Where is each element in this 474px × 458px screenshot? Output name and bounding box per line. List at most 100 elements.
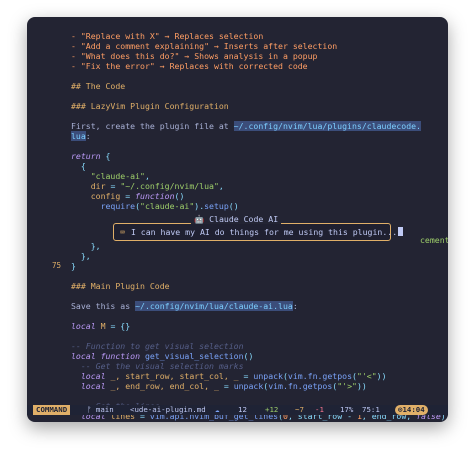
line-number	[27, 111, 67, 121]
code-line[interactable]: }	[71, 261, 448, 271]
code-token: ()	[243, 351, 254, 361]
code-line[interactable]	[71, 271, 448, 281]
code-token: -- Function to get visual selection	[71, 341, 244, 351]
code-token: - "What does this do?" → Shows analysis …	[71, 51, 318, 61]
git-removed: -1	[315, 405, 324, 414]
code-line[interactable]	[71, 331, 448, 341]
code-line[interactable]: - "What does this do?" → Shows analysis …	[71, 51, 448, 61]
code-token: =	[238, 371, 254, 381]
code-line[interactable]: ### LazyVim Plugin Configuration	[71, 101, 448, 111]
code-line[interactable]	[71, 111, 448, 121]
line-number	[27, 161, 67, 171]
git-added: +12	[265, 405, 279, 414]
code-token: {	[100, 151, 111, 161]
code-line[interactable]: local M = {}	[71, 321, 448, 331]
code-token: ))	[356, 381, 367, 391]
line-number	[27, 281, 67, 291]
code-token: ### Main Plugin Code	[71, 281, 170, 291]
code-line[interactable]: {	[71, 161, 448, 171]
code-line[interactable]	[71, 141, 448, 151]
code-token: "claude-ai"	[71, 171, 145, 181]
code-token: {	[71, 161, 86, 171]
code-token: "claude-ai"	[140, 201, 195, 211]
line-number	[27, 21, 67, 31]
line-number	[27, 31, 67, 41]
code-token: unpack	[233, 381, 264, 391]
line-number	[27, 301, 67, 311]
code-token: ()	[228, 201, 239, 211]
line-number	[27, 131, 67, 141]
code-line[interactable]: dir = "~/.config/nvim/lua",	[71, 181, 448, 191]
code-line[interactable]: config = function()	[71, 191, 448, 201]
line-number	[27, 191, 67, 201]
line-number	[27, 151, 67, 161]
code-token: }	[71, 261, 76, 271]
line-number	[27, 381, 67, 391]
code-token: -- Get the visual selection marks	[71, 361, 244, 371]
code-line[interactable]: - "Add a comment explaining" → Inserts a…	[71, 41, 448, 51]
code-line[interactable]: - "Fix the error" → Replaces with correc…	[71, 61, 448, 71]
line-number	[27, 121, 67, 131]
code-line[interactable]: },	[71, 251, 448, 261]
code-line[interactable]	[71, 291, 448, 301]
code-line[interactable]	[71, 21, 448, 31]
code-line[interactable]	[71, 91, 448, 101]
line-number	[27, 371, 67, 381]
code-line[interactable]: ### Main Plugin Code	[71, 281, 448, 291]
code-line[interactable]: Save this as ~/.config/nvim/lua/claude-a…	[71, 301, 448, 311]
code-token: ~/.config/nvim/lua/claude-ai.lua	[135, 301, 293, 311]
line-number	[27, 221, 67, 231]
code-line[interactable]	[71, 71, 448, 81]
code-line[interactable]: local _, end_row, end_col, _ = unpack(vi…	[71, 381, 448, 391]
code-line[interactable]: local _, start_row, start_col, _ = unpac…	[71, 371, 448, 381]
code-token: local function	[71, 351, 145, 361]
code-token: local	[71, 381, 106, 391]
filetype-icon: ☁	[215, 405, 220, 414]
code-line[interactable]	[71, 391, 448, 401]
code-token: Save this as	[71, 301, 136, 311]
popup-input[interactable]: ⌨ I can have my AI do things for me using…	[120, 227, 404, 237]
line-number	[27, 81, 67, 91]
line-number	[27, 351, 67, 361]
code-line[interactable]: return {	[71, 151, 448, 161]
code-token: ~/.config/nvim/lua/plugins/claudecode.	[233, 121, 421, 131]
claude-prompt-popup[interactable]: ⌨ I can have my AI do things for me using…	[113, 223, 404, 241]
code-line[interactable]: - "Replace with X" → Replaces selection	[71, 31, 448, 41]
scroll-percent: 17%	[340, 405, 354, 414]
code-line[interactable]: require("claude-ai").setup()	[71, 201, 448, 211]
text-cursor	[398, 227, 404, 236]
code-token: require	[71, 201, 136, 211]
code-line[interactable]: "claude-ai",	[71, 171, 448, 181]
code-line[interactable]: ## The Code	[71, 81, 448, 91]
code-token: },	[71, 251, 91, 261]
mode-indicator: COMMAND	[33, 405, 71, 415]
code-line[interactable]: -- Function to get visual selection	[71, 341, 448, 351]
code-token: "'>"	[337, 381, 357, 391]
code-token: "'<"	[356, 371, 377, 381]
code-token: ,	[144, 171, 150, 181]
code-token: local	[71, 371, 106, 381]
line-number	[27, 171, 67, 181]
code-token: ,	[218, 181, 224, 191]
code-token: config	[71, 191, 121, 201]
code-token: ## The Code	[71, 81, 126, 91]
status-line: COMMAND ᚠ main <ude-ai-plugin.md ☁ 12 +1…	[27, 405, 448, 415]
line-number	[27, 241, 67, 251]
code-line[interactable]: lua:	[71, 131, 448, 141]
code-line[interactable]	[71, 311, 448, 321]
code-line[interactable]: First, create the plugin file at ~/.conf…	[71, 121, 448, 131]
code-line[interactable]: -- Get the visual selection marks	[71, 361, 448, 371]
file-name: <ude-ai-plugin.md	[130, 405, 206, 414]
code-token: local	[71, 321, 96, 331]
code-line[interactable]: },	[71, 241, 448, 251]
line-number	[27, 61, 67, 71]
line-number: 75	[51, 261, 61, 270]
code-token: - "Fix the error" → Replaces with correc…	[71, 61, 308, 71]
line-number	[27, 91, 67, 101]
clock: ⊙14:04	[395, 405, 428, 415]
code-line[interactable]: local function get_visual_selection()	[71, 351, 448, 361]
code-token: _, end_row, end_col, _	[105, 381, 219, 391]
cursor-position: 75:1	[362, 405, 380, 414]
line-number	[27, 141, 67, 151]
line-number	[27, 231, 67, 241]
